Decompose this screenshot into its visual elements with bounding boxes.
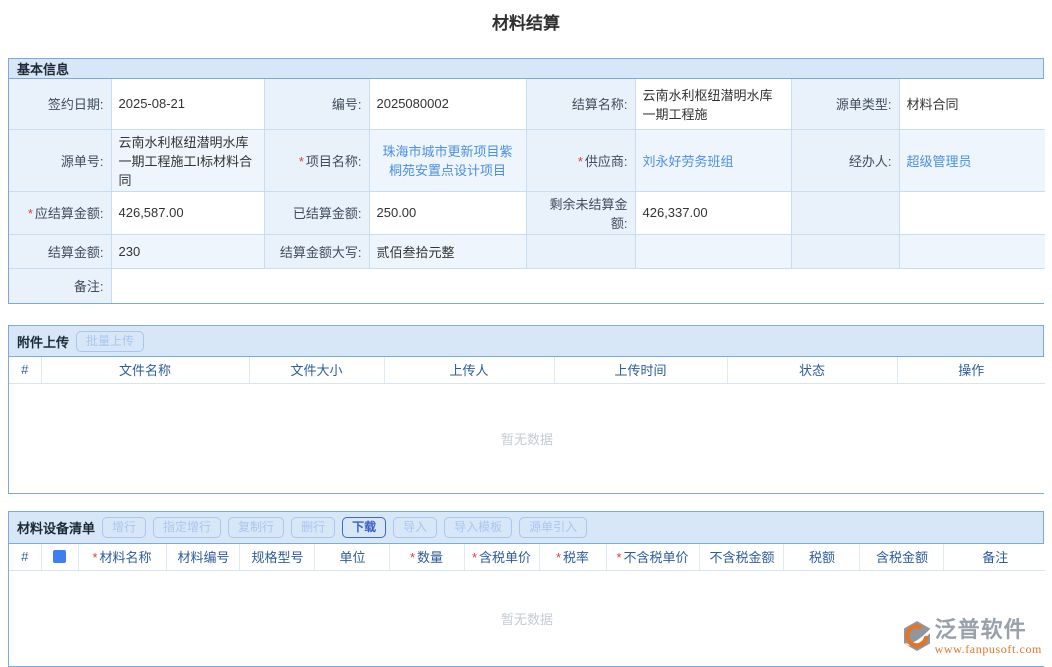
insert-row-button[interactable]: 指定增行 xyxy=(153,517,221,538)
mat-col-amount-notax: 不含税金额 xyxy=(699,544,783,570)
handler-link[interactable]: 超级管理员 xyxy=(907,154,972,169)
amount-words-label: 结算金额大写: xyxy=(264,234,369,268)
empty-value-cell xyxy=(635,234,791,268)
copy-row-button[interactable]: 复制行 xyxy=(228,517,284,538)
supplier-link[interactable]: 刘永好劳务班组 xyxy=(643,154,734,169)
attachments-title: 附件上传 xyxy=(17,332,69,351)
amount-words-value: 贰佰叁拾元整 xyxy=(369,234,526,268)
remaining-label: 剩余未结算金额: xyxy=(526,191,635,234)
materials-title: 材料设备清单 xyxy=(17,518,95,537)
supplier-value: 刘永好劳务班组 xyxy=(635,129,791,191)
mat-col-select xyxy=(41,544,78,570)
sign-date-label: 签约日期: xyxy=(9,79,111,129)
fanpu-logo-icon xyxy=(901,620,933,652)
empty-value-cell xyxy=(899,234,1045,268)
mat-col-tax-amount: 税额 xyxy=(783,544,859,570)
attach-col-filename: 文件名称 xyxy=(41,357,249,383)
mat-col-amount-tax: 含税金额 xyxy=(859,544,943,570)
attach-col-filesize: 文件大小 xyxy=(249,357,384,383)
add-row-button[interactable]: 增行 xyxy=(102,517,146,538)
materials-panel: 材料设备清单 增行 指定增行 复制行 删行 下载 导入 导入模板 源单引入 # … xyxy=(8,511,1044,667)
handler-value: 超级管理员 xyxy=(899,129,1045,191)
source-no-label: 源单号: xyxy=(9,129,111,191)
project-link[interactable]: 珠海市城市更新项目紫桐苑安置点设计项目 xyxy=(382,144,512,178)
source-type-label: 源单类型: xyxy=(791,79,899,129)
mat-col-price-tax: *含税单价 xyxy=(464,544,539,570)
attach-col-uploader: 上传人 xyxy=(384,357,554,383)
import-button[interactable]: 导入 xyxy=(393,517,437,538)
settle-name-value: 云南水利枢纽潜明水库一期工程施 xyxy=(635,79,791,129)
mat-col-spec: 规格型号 xyxy=(239,544,314,570)
mat-col-code: 材料编号 xyxy=(166,544,239,570)
remaining-value: 426,337.00 xyxy=(635,191,791,234)
page-title: 材料结算 xyxy=(0,0,1052,58)
project-label: *项目名称: xyxy=(264,129,369,191)
delete-row-button[interactable]: 删行 xyxy=(291,517,335,538)
mat-col-price-notax: *不含税单价 xyxy=(606,544,699,570)
settled-amount-label: 已结算金额: xyxy=(264,191,369,234)
settle-amount-label: 结算金额: xyxy=(9,234,111,268)
mat-col-tax-rate: *税率 xyxy=(539,544,606,570)
download-button[interactable]: 下载 xyxy=(342,517,386,538)
mat-col-name: *材料名称 xyxy=(78,544,166,570)
batch-upload-button[interactable]: 批量上传 xyxy=(76,331,144,352)
settled-amount-value: 250.00 xyxy=(369,191,526,234)
mat-col-index: # xyxy=(9,544,41,570)
mat-col-qty: *数量 xyxy=(389,544,464,570)
due-amount-value: 426,587.00 xyxy=(111,191,264,234)
sign-date-value: 2025-08-21 xyxy=(111,79,264,129)
empty-label-cell xyxy=(791,234,899,268)
mat-col-unit: 单位 xyxy=(314,544,389,570)
source-type-value: 材料合同 xyxy=(899,79,1045,129)
attachments-table: # 文件名称 文件大小 上传人 上传时间 状态 操作 暂无数据 xyxy=(9,357,1045,493)
basic-info-header: 基本信息 xyxy=(9,59,1043,79)
materials-header: 材料设备清单 增行 指定增行 复制行 删行 下载 导入 导入模板 源单引入 xyxy=(9,512,1043,544)
source-import-button[interactable]: 源单引入 xyxy=(519,517,587,538)
attach-col-uploadtime: 上传时间 xyxy=(554,357,727,383)
basic-info-table: 签约日期: 2025-08-21 编号: 2025080002 结算名称: 云南… xyxy=(9,79,1045,303)
empty-value-cell xyxy=(899,191,1045,234)
mat-col-remark: 备注 xyxy=(943,544,1045,570)
empty-label-cell xyxy=(791,191,899,234)
supplier-label: *供应商: xyxy=(526,129,635,191)
import-template-button[interactable]: 导入模板 xyxy=(444,517,512,538)
attach-col-actions: 操作 xyxy=(897,357,1045,383)
number-label: 编号: xyxy=(264,79,369,129)
basic-info-title: 基本信息 xyxy=(17,59,69,78)
select-all-checkbox[interactable] xyxy=(53,550,66,563)
settle-amount-value: 230 xyxy=(111,234,264,268)
attachments-empty-state: 暂无数据 xyxy=(9,383,1045,493)
empty-label-cell xyxy=(526,234,635,268)
attach-col-status: 状态 xyxy=(727,357,897,383)
number-value: 2025080002 xyxy=(369,79,526,129)
fanpu-logo: 泛普软件 www.fanpusoft.com xyxy=(901,618,1042,657)
source-no-value: 云南水利枢纽潜明水库一期工程施工I标材料合同 xyxy=(111,129,264,191)
attach-col-index: # xyxy=(9,357,41,383)
remark-label: 备注: xyxy=(9,268,111,303)
remark-value xyxy=(111,268,1045,303)
settle-name-label: 结算名称: xyxy=(526,79,635,129)
fanpu-logo-text: 泛普软件 xyxy=(935,618,1027,642)
basic-info-panel: 基本信息 签约日期: 2025-08-21 编号: 2025080002 结算名… xyxy=(8,58,1044,304)
materials-table: # *材料名称 材料编号 规格型号 单位 *数量 *含税单价 *税率 *不含税单… xyxy=(9,544,1045,666)
materials-empty-state: 暂无数据 xyxy=(9,570,1045,666)
due-amount-label: *应结算金额: xyxy=(9,191,111,234)
attachments-panel: 附件上传 批量上传 # 文件名称 文件大小 上传人 上传时间 状态 操作 暂无数… xyxy=(8,325,1044,494)
fanpu-website: www.fanpusoft.com xyxy=(935,642,1042,657)
project-value: 珠海市城市更新项目紫桐苑安置点设计项目 xyxy=(369,129,526,191)
handler-label: 经办人: xyxy=(791,129,899,191)
attachments-header: 附件上传 批量上传 xyxy=(9,326,1043,357)
